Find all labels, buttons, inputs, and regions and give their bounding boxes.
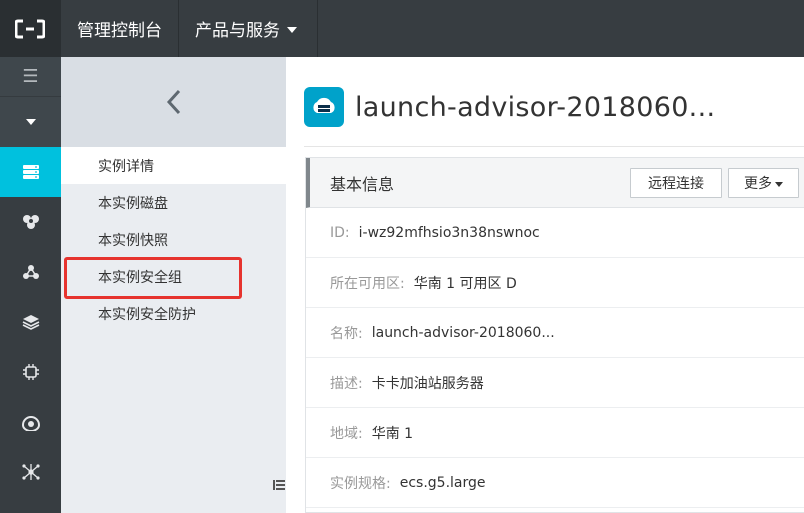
row-label: 名称:: [330, 325, 363, 342]
panel-title: 基本信息: [330, 174, 395, 194]
panel-header: 基本信息 远程连接 更多: [306, 158, 804, 208]
aliyun-logo-icon: [15, 19, 45, 38]
hamburger-icon: ☰: [22, 66, 39, 87]
row-value: 卡卡加油站服务器: [371, 375, 484, 392]
network-icon: [22, 265, 39, 279]
sidebar-item-molecule[interactable]: [0, 447, 61, 497]
info-row-region: 地域: 华南 1: [306, 408, 804, 458]
page-title: launch-advisor-2018060...: [355, 91, 716, 123]
molecule-icon: [21, 464, 40, 480]
highlight-annotation: [64, 257, 242, 299]
cluster-icon: [22, 215, 39, 229]
sidebar-item-disks[interactable]: 本实例磁盘: [61, 184, 286, 221]
info-row-instance-type: 实例规格: ecs.g5.large: [306, 458, 804, 508]
row-label: 描述:: [330, 375, 363, 392]
sidebar-item-label: 本实例磁盘: [98, 195, 168, 212]
remote-connect-label: 远程连接: [648, 176, 704, 192]
sidebar-item-instance-details[interactable]: 实例详情: [61, 147, 286, 184]
caret-down-icon: [25, 119, 36, 125]
sidebar-item-network[interactable]: [0, 247, 61, 297]
console-label: 管理控制台: [77, 21, 162, 41]
menu-toggle[interactable]: ☰: [0, 57, 61, 96]
divider: [304, 146, 804, 147]
products-label: 产品与服务: [195, 21, 280, 41]
eye-icon: [21, 416, 40, 431]
sidebar-item-layers[interactable]: [0, 297, 61, 347]
chevron-left-icon: [166, 89, 180, 115]
sidebar-item-ecs[interactable]: [0, 147, 61, 197]
layers-icon: [22, 315, 39, 330]
info-row-name: 名称: launch-advisor-2018060...: [306, 308, 804, 358]
sidebar-item-cluster[interactable]: [0, 197, 61, 247]
row-label: ID:: [330, 224, 350, 241]
more-button[interactable]: 更多: [728, 168, 799, 198]
chevron-down-icon: [287, 26, 297, 33]
ecs-server-icon: [22, 165, 39, 179]
row-label: 地域:: [330, 425, 363, 442]
row-label: 实例规格:: [330, 475, 391, 492]
sidebar-item-label: 本实例安全防护: [98, 306, 196, 323]
logo[interactable]: [0, 0, 61, 57]
sidebar-item-label: 实例详情: [98, 158, 154, 175]
sidebar-item-chip[interactable]: [0, 347, 61, 397]
row-value: i-wz92mfhsio3n38nswnoc: [358, 224, 540, 241]
instance-icon: [304, 87, 344, 127]
page-header: launch-advisor-2018060...: [304, 87, 715, 127]
chip-icon: [22, 364, 39, 380]
back-button[interactable]: [61, 57, 286, 147]
cloud-server-icon: [313, 97, 335, 113]
info-row-id: ID: i-wz92mfhsio3n38nswnoc: [306, 208, 804, 258]
sidebar-item-snapshots[interactable]: 本实例快照: [61, 221, 286, 258]
console-link[interactable]: 管理控制台: [61, 0, 179, 57]
chevron-down-icon: [775, 181, 783, 187]
products-menu[interactable]: 产品与服务: [179, 0, 318, 57]
sidebar-item-label: 本实例快照: [98, 232, 168, 249]
row-value: 华南 1 可用区 D: [413, 275, 517, 292]
remote-connect-button[interactable]: 远程连接: [630, 168, 722, 198]
info-row-description: 描述: 卡卡加油站服务器: [306, 358, 804, 408]
basic-info-panel: 基本信息 远程连接 更多 ID: i-wz92mfhsio3n38nswnoc …: [305, 157, 804, 513]
top-bar: 管理控制台 产品与服务: [0, 0, 804, 57]
row-value: 华南 1: [371, 425, 414, 442]
icon-sidebar: ☰: [0, 57, 61, 513]
info-row-zone: 所在可用区: 华南 1 可用区 D: [306, 258, 804, 308]
sidebar-expand-button[interactable]: [0, 96, 61, 147]
row-label: 所在可用区:: [330, 275, 405, 292]
main-content: launch-advisor-2018060... 基本信息 远程连接 更多 I…: [286, 57, 804, 513]
sidebar-item-monitor[interactable]: [0, 397, 61, 447]
more-label: 更多: [744, 176, 772, 192]
list-collapse-icon: [272, 480, 285, 490]
row-value: launch-advisor-2018060...: [371, 324, 555, 341]
sidebar-item-security-protection[interactable]: 本实例安全防护: [61, 295, 286, 332]
row-value: ecs.g5.large: [399, 474, 486, 491]
